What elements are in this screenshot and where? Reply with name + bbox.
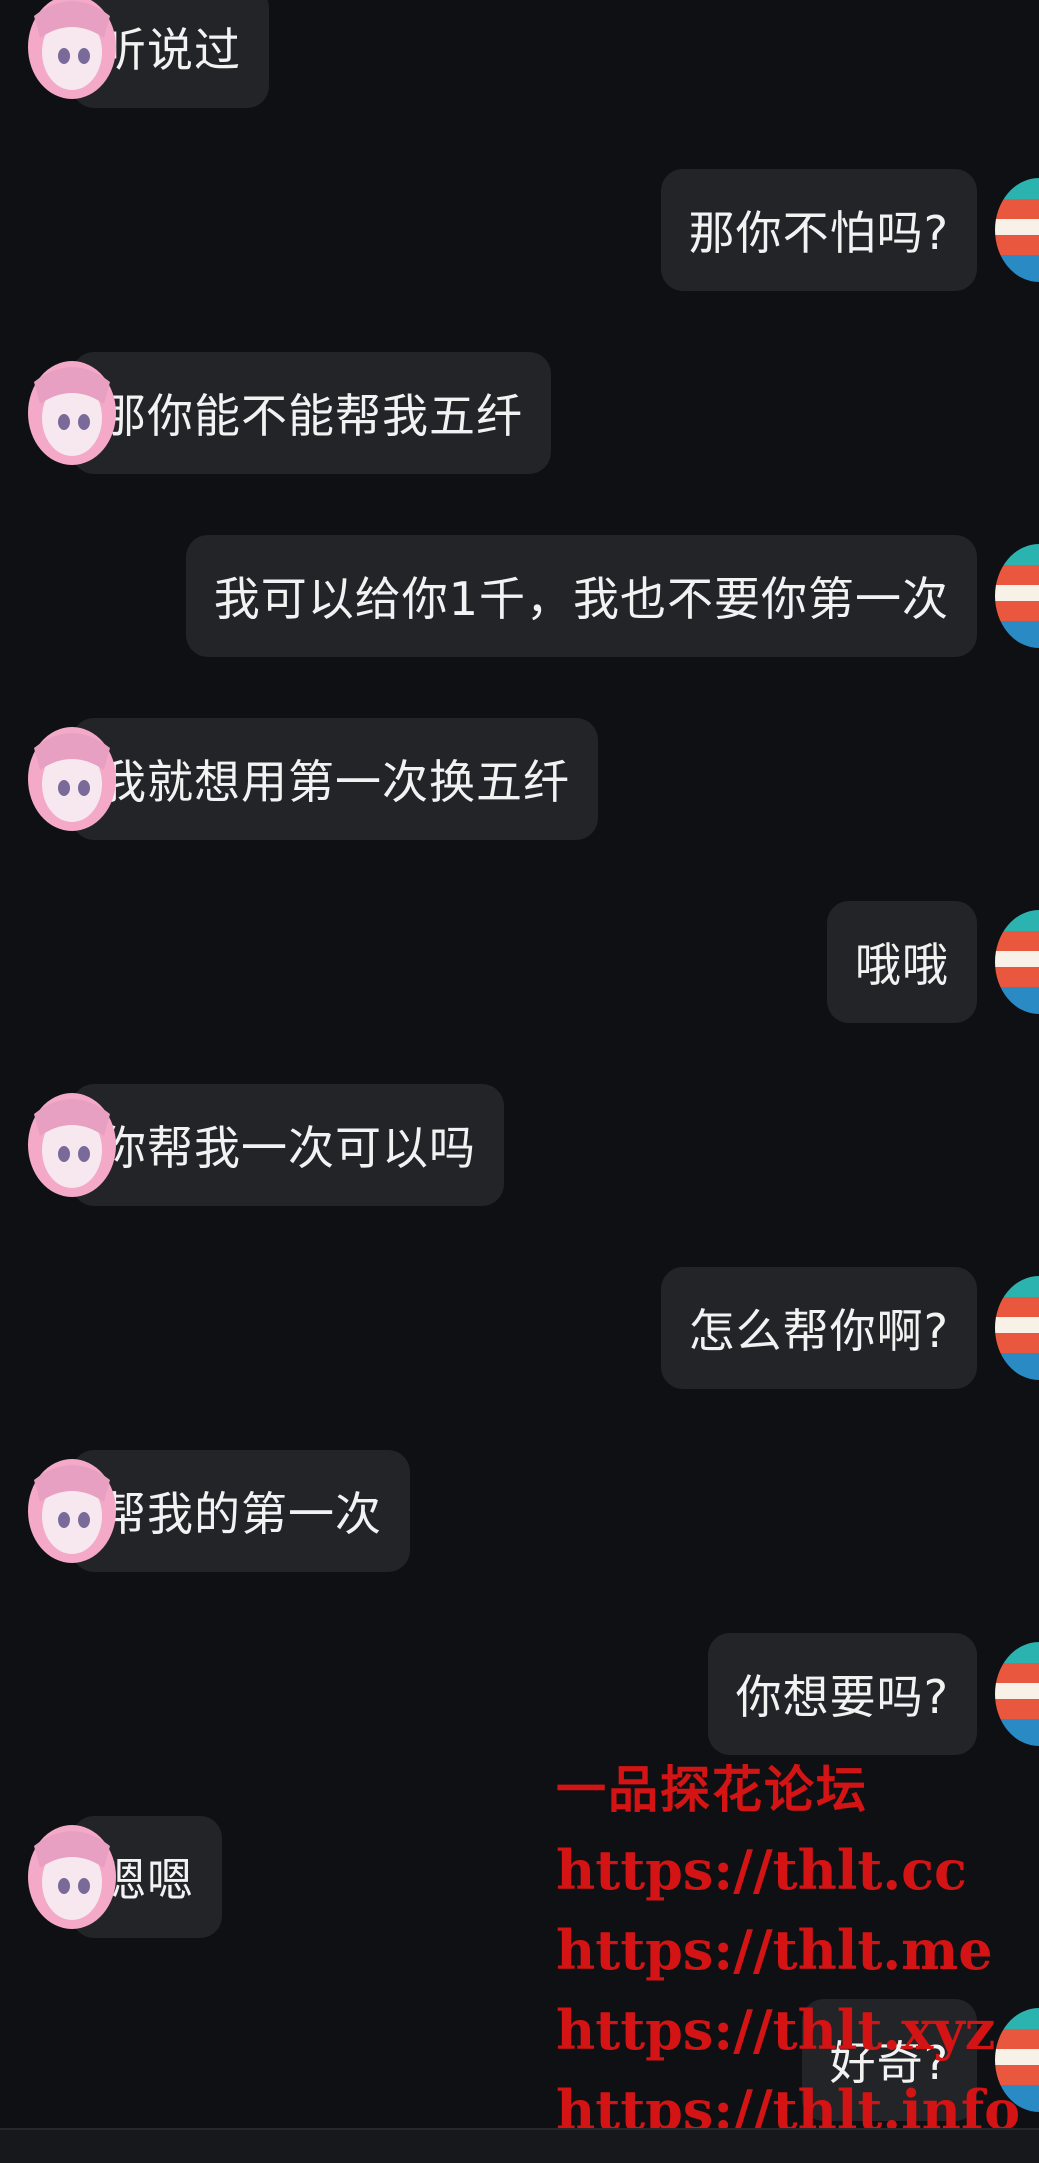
message-row: 那你能不能帮我五纤: [28, 352, 551, 474]
message-bubble-sent[interactable]: 怎么帮你啊?: [660, 1267, 977, 1389]
message-row: 你帮我一次可以吗: [28, 1084, 504, 1206]
anime-girl-avatar-icon[interactable]: [24, 1450, 120, 1572]
message-bubble-sent[interactable]: 哦哦: [827, 901, 977, 1023]
input-bar[interactable]: [0, 2128, 1039, 2163]
anime-girl-avatar-icon[interactable]: [24, 352, 120, 474]
message-row: 我就想用第一次换五纤: [28, 718, 598, 840]
anime-girl-avatar-icon[interactable]: [24, 1816, 120, 1938]
anime-girl-avatar-icon[interactable]: [24, 0, 120, 108]
striped-avatar-icon[interactable]: [991, 1633, 1039, 1755]
message-row: 帮我的第一次: [28, 1450, 410, 1572]
watermark-url: https://thlt.cc: [556, 1838, 967, 1902]
message-bubble-sent[interactable]: 我可以给你1千，我也不要你第一次: [185, 535, 977, 657]
message-bubble-sent[interactable]: 好奇?: [801, 1999, 977, 2121]
message-bubble-received[interactable]: 帮我的第一次: [72, 1450, 410, 1572]
message-row: 那你不怕吗?: [660, 169, 1039, 291]
message-bubble-received[interactable]: 那你能不能帮我五纤: [72, 352, 551, 474]
message-bubble-received[interactable]: 你帮我一次可以吗: [72, 1084, 504, 1206]
message-row: 怎么帮你啊?: [660, 1267, 1039, 1389]
striped-avatar-icon[interactable]: [991, 535, 1039, 657]
striped-avatar-icon[interactable]: [991, 1999, 1039, 2121]
message-row: 哦哦: [827, 901, 1039, 1023]
watermark-title: 一品探花论坛: [556, 1760, 868, 1819]
message-row: 听说过: [28, 0, 269, 108]
message-row: 你想要吗?: [707, 1633, 1039, 1755]
striped-avatar-icon[interactable]: [991, 901, 1039, 1023]
striped-avatar-icon[interactable]: [991, 1267, 1039, 1389]
message-bubble-received[interactable]: 我就想用第一次换五纤: [72, 718, 598, 840]
anime-girl-avatar-icon[interactable]: [24, 1084, 120, 1206]
message-row: 我可以给你1千，我也不要你第一次: [185, 535, 1039, 657]
watermark-url: https://thlt.me: [556, 1918, 993, 1982]
striped-avatar-icon[interactable]: [991, 169, 1039, 291]
message-bubble-sent[interactable]: 你想要吗?: [707, 1633, 977, 1755]
anime-girl-avatar-icon[interactable]: [24, 718, 120, 840]
message-row: 嗯嗯: [28, 1816, 222, 1938]
message-bubble-sent[interactable]: 那你不怕吗?: [660, 169, 977, 291]
message-row: 好奇?: [801, 1999, 1039, 2121]
